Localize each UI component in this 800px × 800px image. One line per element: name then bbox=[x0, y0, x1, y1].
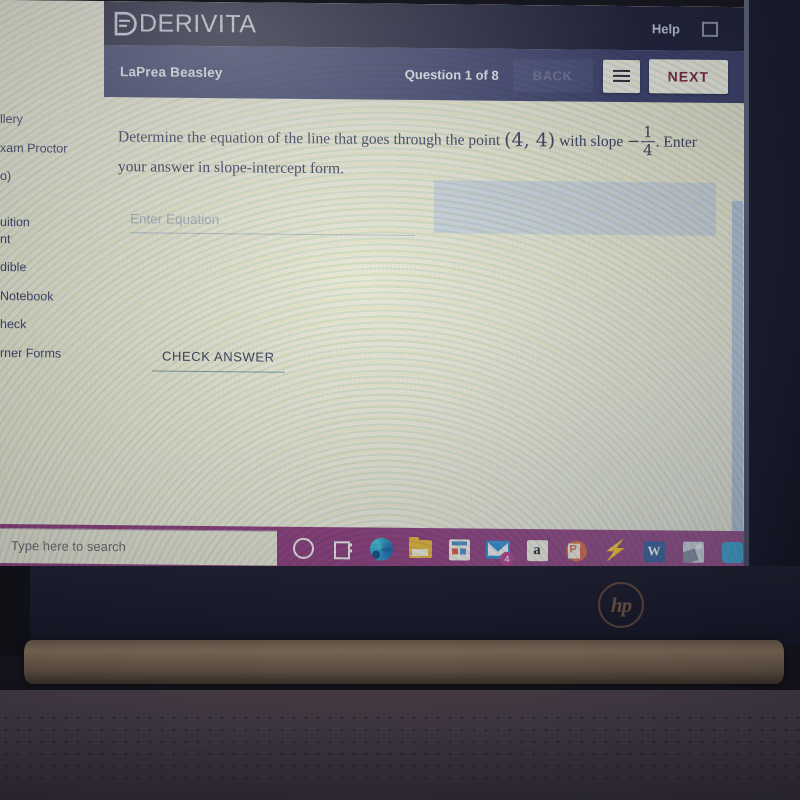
screen-bezel-bottom bbox=[0, 566, 800, 646]
page-scrollbar[interactable] bbox=[731, 199, 744, 532]
help-link[interactable]: Help bbox=[652, 21, 680, 36]
fraction-denominator: 4 bbox=[643, 141, 653, 160]
amazon-glyph: a bbox=[526, 539, 548, 561]
microsoft-edge-icon[interactable] bbox=[369, 537, 393, 561]
question-point: (4, 4) bbox=[504, 129, 556, 152]
question-text: Determine the equation of the line that … bbox=[118, 121, 718, 185]
student-name: LaPrea Beasley bbox=[120, 63, 223, 80]
microsoft-store-icon[interactable] bbox=[447, 537, 471, 561]
derivita-logo[interactable]: DERIVITA bbox=[112, 9, 256, 39]
word-icon[interactable]: W bbox=[642, 539, 666, 563]
fraction-numerator: 1 bbox=[643, 123, 653, 142]
answer-input-group bbox=[130, 209, 415, 236]
question-nav-controls: Question 1 of 8 BACK NEXT bbox=[405, 57, 740, 94]
sidebar-item-learner-forms[interactable]: rner Forms bbox=[0, 346, 104, 363]
answer-preview-panel bbox=[434, 180, 716, 236]
back-button[interactable]: BACK bbox=[512, 58, 593, 93]
mail-icon[interactable]: 4 bbox=[486, 538, 514, 566]
site-sidebar-nav: llery xam Proctor o) uition nt dible Not… bbox=[0, 112, 104, 376]
app-header-bar: DERIVITA Help bbox=[104, 0, 744, 52]
sidebar-item-check[interactable]: heck bbox=[0, 317, 104, 334]
sidebar-item-tuition-sub[interactable]: nt bbox=[0, 232, 104, 249]
check-answer-button[interactable]: CHECK ANSWER bbox=[152, 344, 285, 373]
slope-fraction: 14 bbox=[641, 123, 655, 160]
laptop-screen: llery xam Proctor o) uition nt dible Not… bbox=[0, 0, 744, 574]
scrollbar-thumb[interactable] bbox=[732, 201, 743, 532]
list-menu-icon bbox=[612, 69, 630, 83]
partial-app-icon[interactable] bbox=[720, 540, 744, 564]
screen-bezel-right bbox=[744, 0, 800, 566]
question-counter: Question 1 of 8 bbox=[404, 66, 499, 83]
laptop-photo-scene: llery xam Proctor o) uition nt dible Not… bbox=[0, 0, 800, 800]
deck-lighting bbox=[0, 690, 800, 800]
sidebar-item-gallery[interactable]: llery bbox=[0, 112, 104, 129]
derivita-logo-mark-icon bbox=[112, 10, 138, 37]
sidebar-item-notebook[interactable]: Notebook bbox=[0, 289, 104, 306]
question-body: Determine the equation of the line that … bbox=[104, 97, 744, 532]
taskbar-icon-strip: 4 a ⚡ W bbox=[291, 536, 744, 566]
sidebar-item-exam-proctor-sub[interactable]: o) bbox=[0, 169, 104, 186]
question-list-button[interactable] bbox=[602, 59, 640, 93]
bolt-glyph: ⚡ bbox=[601, 539, 629, 563]
app-subheader-bar: LaPrea Beasley Question 1 of 8 BACK NEXT bbox=[104, 44, 744, 104]
taskbar-search-box[interactable]: Type here to search bbox=[0, 527, 277, 566]
sidebar-item-tuition[interactable]: uition bbox=[0, 215, 104, 232]
amazon-icon[interactable]: a bbox=[525, 538, 549, 562]
mail-unread-badge: 4 bbox=[500, 551, 514, 566]
derivita-app: DERIVITA Help LaPrea Beasley Question 1 … bbox=[104, 0, 744, 532]
question-text-part1: Determine the equation of the line that … bbox=[118, 128, 505, 150]
cortana-circle-icon[interactable] bbox=[291, 536, 315, 560]
photos-icon[interactable] bbox=[681, 540, 705, 564]
brand-name: DERIVITA bbox=[139, 8, 257, 38]
file-explorer-icon[interactable] bbox=[408, 537, 432, 561]
question-text-part2: with slope bbox=[555, 132, 628, 151]
powerpoint-icon[interactable] bbox=[564, 538, 588, 562]
sidebar-item-exam-proctor[interactable]: xam Proctor bbox=[0, 141, 104, 158]
next-button[interactable]: NEXT bbox=[648, 59, 728, 94]
lightning-bolt-icon[interactable]: ⚡ bbox=[601, 539, 629, 563]
laptop-hinge bbox=[24, 640, 784, 684]
search-placeholder-text: Type here to search bbox=[11, 538, 126, 555]
sidebar-item-audible[interactable]: dible bbox=[0, 260, 104, 277]
question-slope-sign: − bbox=[627, 132, 641, 151]
task-view-icon[interactable] bbox=[330, 536, 354, 560]
fullscreen-icon[interactable] bbox=[702, 21, 718, 37]
word-glyph: W bbox=[643, 540, 665, 562]
equation-input[interactable] bbox=[130, 209, 415, 236]
header-actions: Help bbox=[652, 21, 718, 37]
hp-brand-logo: hp bbox=[598, 582, 644, 628]
